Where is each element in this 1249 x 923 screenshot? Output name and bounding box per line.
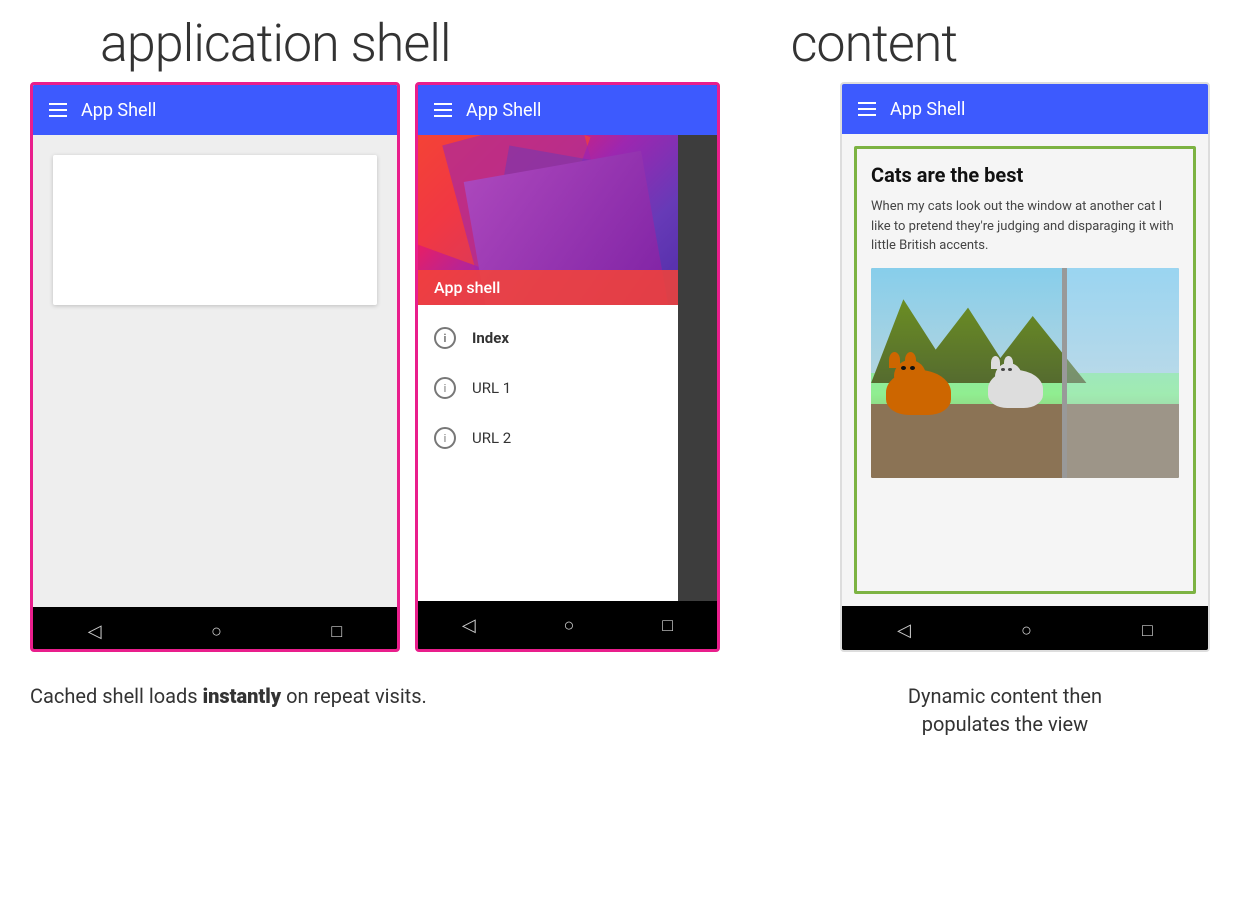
back-icon-3[interactable]: ◁	[897, 620, 911, 641]
content-placeholder-card	[53, 155, 377, 305]
app-shell-heading: application shell	[100, 15, 451, 72]
phone2-title: App Shell	[466, 100, 541, 121]
drawer-app-shell-label: App shell	[418, 270, 678, 305]
phone-1: App Shell ◁ ○ □	[30, 82, 400, 652]
home-icon-3[interactable]: ○	[1021, 620, 1032, 641]
drawer-label-url2: URL 2	[472, 429, 511, 447]
phone1-body	[33, 135, 397, 607]
recent-icon[interactable]: □	[331, 621, 342, 642]
phone1-title: App Shell	[81, 100, 156, 121]
content-heading: content	[791, 15, 958, 72]
drawer-item-url1[interactable]: i URL 1	[418, 363, 678, 413]
drawer-label-index: Index	[472, 329, 509, 347]
hamburger-icon[interactable]	[49, 103, 67, 117]
phone3-app-bar: App Shell	[842, 84, 1208, 134]
article-body: When my cats look out the window at anot…	[871, 197, 1179, 256]
phone3-navbar: ◁ ○ □	[842, 606, 1208, 652]
back-icon-2[interactable]: ◁	[462, 615, 476, 636]
drawer-hero: App shell	[418, 135, 678, 305]
back-icon[interactable]: ◁	[88, 621, 102, 642]
info-icon-url1: i	[434, 377, 456, 399]
content-box: Cats are the best When my cats look out …	[854, 146, 1196, 594]
drawer-items: i Index i URL 1 i URL 2	[418, 305, 678, 471]
phone1-app-bar: App Shell	[33, 85, 397, 135]
cat-photo	[871, 268, 1179, 478]
caption-left: Cached shell loads instantly on repeat v…	[30, 682, 710, 710]
home-icon-2[interactable]: ○	[564, 615, 575, 636]
home-icon[interactable]: ○	[211, 621, 222, 642]
hamburger-icon-2[interactable]	[434, 103, 452, 117]
phone1-navbar: ◁ ○ □	[33, 607, 397, 652]
drawer-label-url1: URL 1	[472, 379, 511, 397]
phone-2: App Shell App shell	[415, 82, 720, 652]
recent-icon-2[interactable]: □	[662, 615, 673, 636]
recent-icon-3[interactable]: □	[1142, 620, 1153, 641]
drawer-item-index[interactable]: i Index	[418, 313, 678, 363]
info-icon-index: i	[434, 327, 456, 349]
phone3-body: Cats are the best When my cats look out …	[842, 134, 1208, 606]
nav-drawer: App shell i Index i URL 1 i	[418, 135, 678, 601]
hamburger-icon-3[interactable]	[858, 102, 876, 116]
phone2-navbar: ◁ ○ □	[418, 601, 717, 649]
info-icon-url2: i	[434, 427, 456, 449]
phone3-title: App Shell	[890, 99, 965, 120]
caption-right: Dynamic content then populates the view	[820, 682, 1190, 738]
drawer-scrim[interactable]	[678, 135, 717, 601]
phone2-app-bar: App Shell	[418, 85, 717, 135]
drawer-item-url2[interactable]: i URL 2	[418, 413, 678, 463]
article-title: Cats are the best	[871, 163, 1179, 187]
phone-3: App Shell Cats are the best When my cats…	[840, 82, 1210, 652]
